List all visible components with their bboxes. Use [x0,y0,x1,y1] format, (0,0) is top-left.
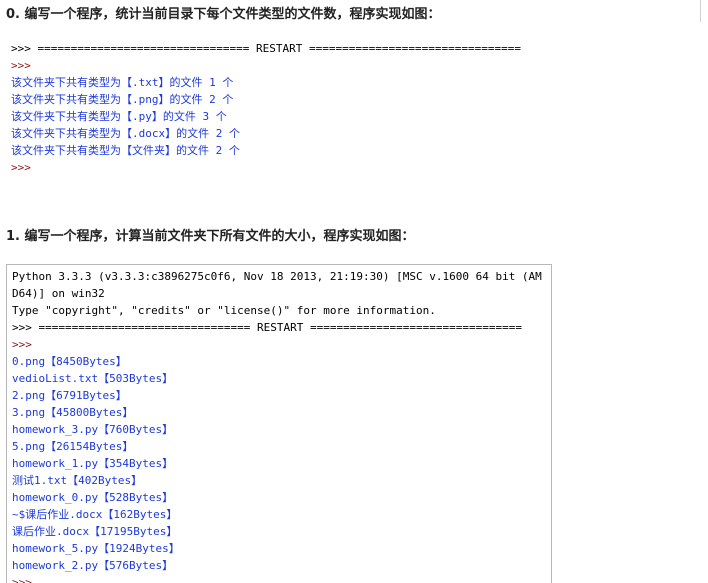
file-line: homework_3.py【760Bytes】 [12,423,174,436]
divider [700,0,701,22]
file-line: homework_5.py【1924Bytes】 [12,542,180,555]
file-line: 5.png【26154Bytes】 [12,440,134,453]
output-line: 该文件夹下共有类型为【.png】的文件 2 个 [11,93,234,106]
shell-output-panel-1: >>> ================================ RES… [0,28,560,188]
shell-output-panel-2: Python 3.3.3 (v3.3.3:c3896275c0f6, Nov 1… [6,264,552,583]
file-line: 3.png【45800Bytes】 [12,406,134,419]
question-0-heading: 0. 编写一个程序，统计当前目录下每个文件类型的文件数，程序实现如图： [6,7,441,22]
file-line: 课后作业.docx【17195Bytes】 [12,525,178,538]
question-1-heading: 1. 编写一个程序，计算当前文件夹下所有文件的大小，程序实现如图： [6,229,415,244]
restart-line: >>> ================================ RES… [12,321,522,334]
output-line: 该文件夹下共有类型为【.txt】的文件 1 个 [11,76,234,89]
output-line: 该文件夹下共有类型为【.docx】的文件 2 个 [11,127,240,140]
file-line: homework_2.py【576Bytes】 [12,559,174,572]
file-line: homework_1.py【354Bytes】 [12,457,174,470]
file-line: 2.png【6791Bytes】 [12,389,127,402]
prompt: >>> [12,576,32,583]
file-line: homework_0.py【528Bytes】 [12,491,174,504]
prompt: >>> [12,338,32,351]
prompt: >>> [11,161,31,174]
banner-line: D64)] on win32 [12,287,105,300]
prompt: >>> [11,59,31,72]
file-line: 0.png【8450Bytes】 [12,355,127,368]
restart-line: >>> ================================ RES… [11,42,521,55]
banner-line: Type "copyright", "credits" or "license(… [12,304,436,317]
file-line: vedioList.txt【503Bytes】 [12,372,174,385]
file-line: 测试1.txt【402Bytes】 [12,474,143,487]
banner-line: Python 3.3.3 (v3.3.3:c3896275c0f6, Nov 1… [12,270,542,283]
output-line: 该文件夹下共有类型为【.py】的文件 3 个 [11,110,227,123]
file-line: ~$课后作业.docx【162Bytes】 [12,508,178,521]
output-line: 该文件夹下共有类型为【文件夹】的文件 2 个 [11,144,240,157]
